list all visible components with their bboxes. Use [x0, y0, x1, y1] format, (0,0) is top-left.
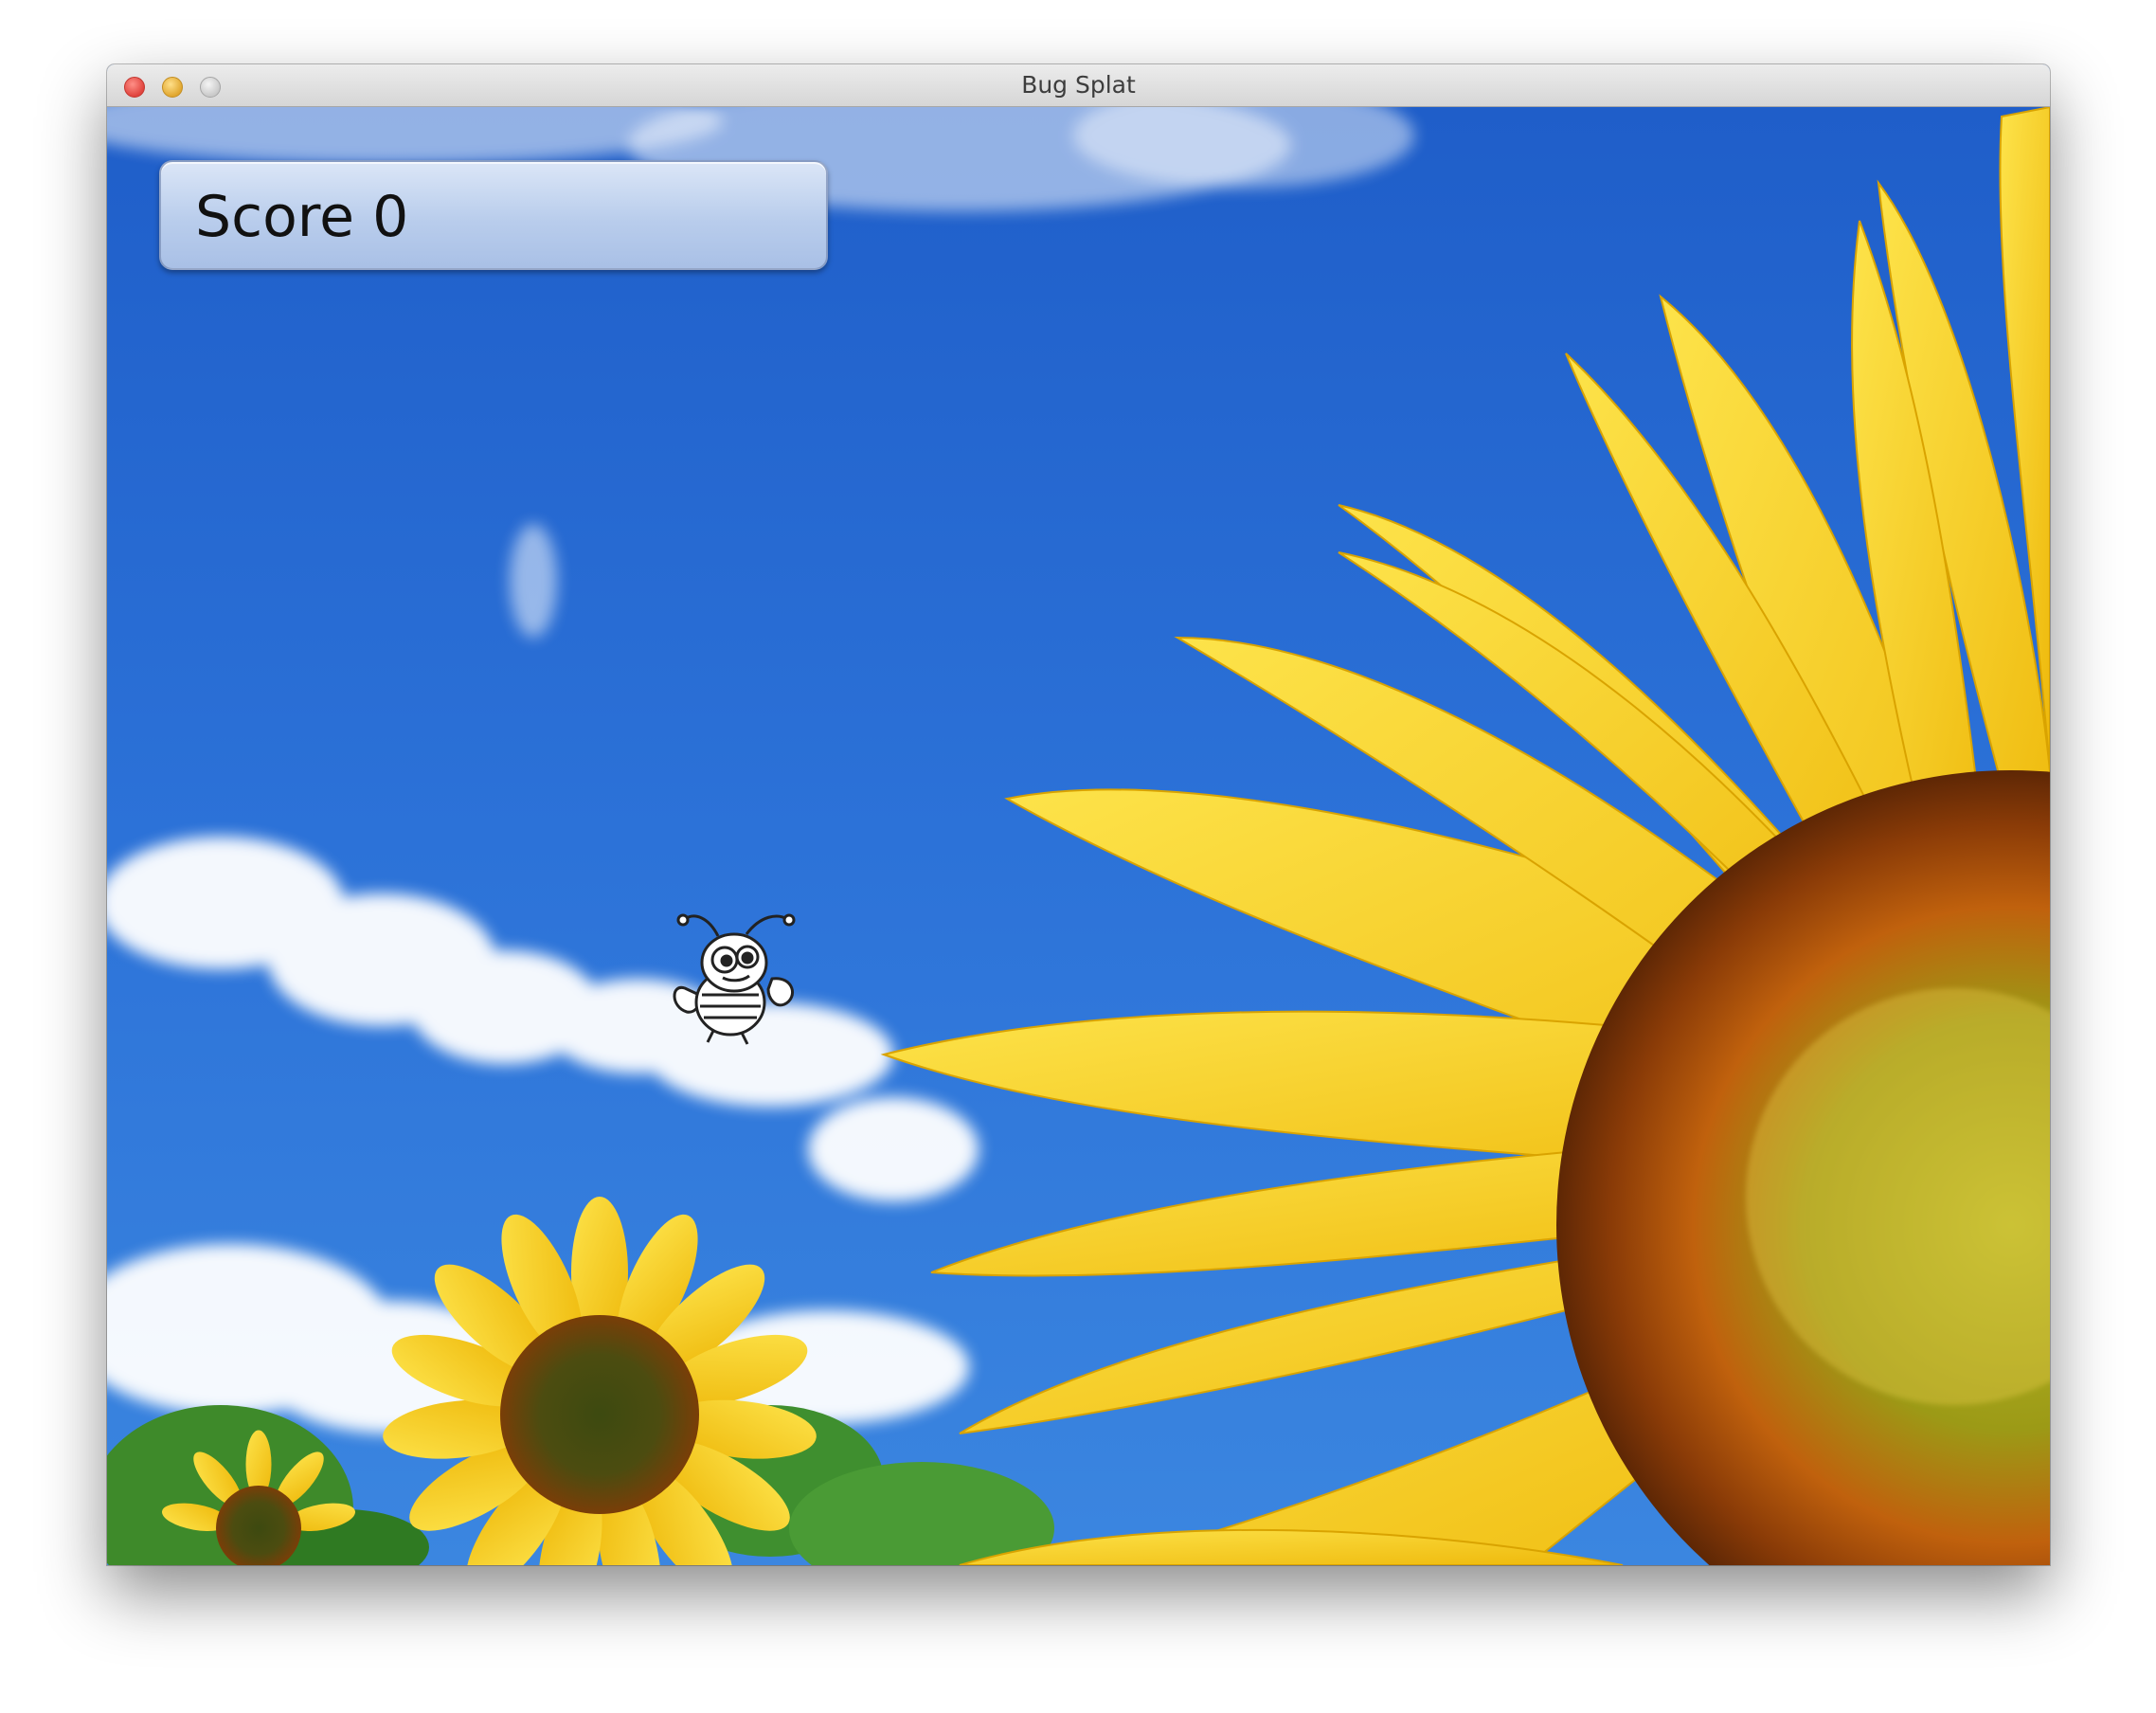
- bug-icon: [673, 913, 796, 1045]
- game-canvas[interactable]: Score 0: [107, 107, 2050, 1565]
- title-bar[interactable]: Bug Splat: [107, 64, 2050, 107]
- app-window: Bug Splat Score 0: [107, 64, 2050, 1565]
- background-scene: [107, 107, 2050, 1565]
- score-label: Score: [195, 184, 355, 250]
- bug-sprite[interactable]: [666, 908, 808, 1050]
- score-display: Score 0: [195, 162, 408, 272]
- score-panel: Score 0: [159, 160, 828, 270]
- score-value: 0: [372, 184, 409, 250]
- window-title: Bug Splat: [1021, 71, 1136, 99]
